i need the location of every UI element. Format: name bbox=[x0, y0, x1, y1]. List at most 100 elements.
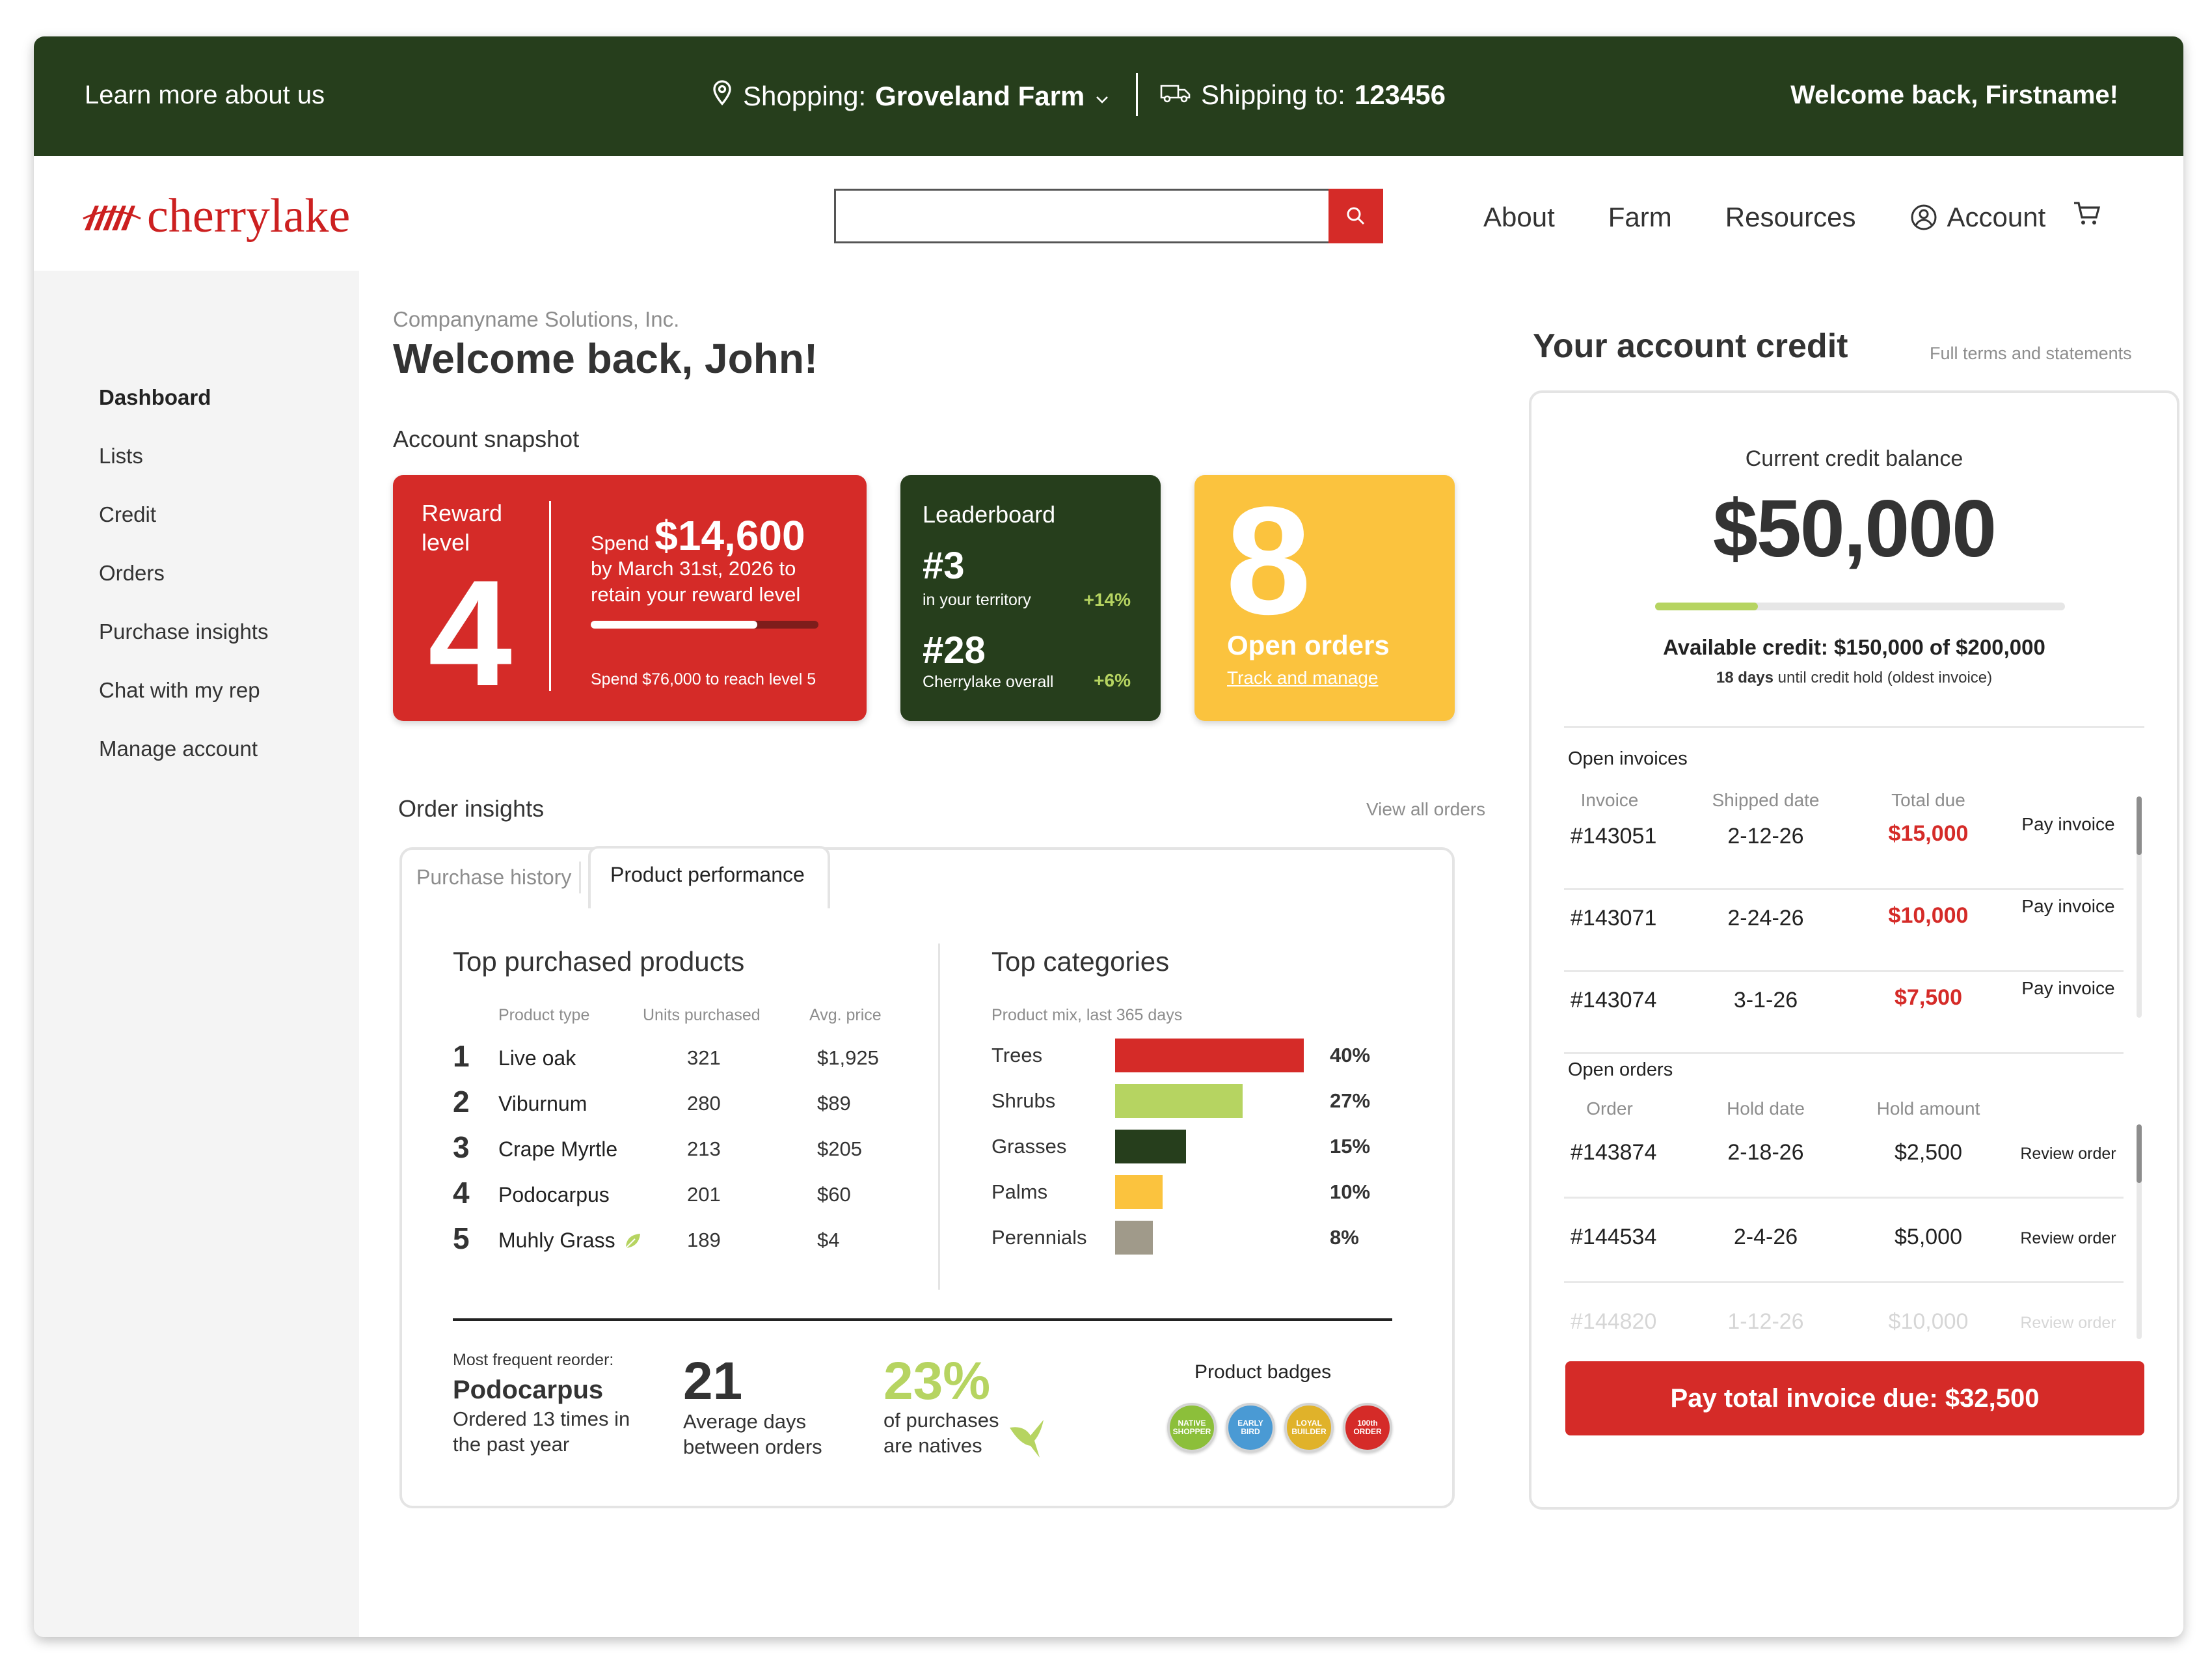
territory-label: in your territory bbox=[923, 591, 1031, 609]
frequent-reorder-name: Podocarpus bbox=[453, 1376, 604, 1404]
product-badge[interactable]: 100th ORDER bbox=[1343, 1403, 1392, 1452]
cherrylake-logo[interactable]: cherrylake bbox=[82, 189, 350, 244]
scrollbar-thumb[interactable] bbox=[2137, 1124, 2142, 1183]
category-percent: 40% bbox=[1330, 1044, 1371, 1066]
open-orders-label: Open orders bbox=[1227, 630, 1390, 660]
product-name-text: Muhly Grass bbox=[498, 1229, 615, 1252]
order-hold-amount: $10,000 bbox=[1888, 1309, 1969, 1334]
company-name: Companyname Solutions, Inc. bbox=[393, 307, 680, 331]
review-order-button[interactable]: Review order bbox=[2019, 1229, 2117, 1248]
divider bbox=[453, 1318, 1392, 1321]
view-all-orders-link[interactable]: View all orders bbox=[1366, 799, 1485, 820]
frequent-reorder-sub: Ordered 13 times in the past year bbox=[453, 1407, 630, 1456]
invoices-scrollbar[interactable] bbox=[2137, 796, 2142, 1018]
col-units-purchased: Units purchased bbox=[643, 1006, 761, 1024]
available-credit: Available credit: $150,000 of $200,000 bbox=[1663, 635, 2045, 659]
product-badge[interactable]: NATIVE SHOPPER bbox=[1167, 1403, 1217, 1452]
cart-icon bbox=[2074, 202, 2101, 224]
reward-level-label: Reward level bbox=[422, 500, 503, 556]
product-badges: NATIVE SHOPPER EARLY BIRD LOYAL BUILDER 100… bbox=[1167, 1403, 1392, 1452]
invoice-total-due: $10,000 bbox=[1888, 903, 1969, 928]
col-invoice: Invoice bbox=[1580, 790, 1639, 810]
sidebar-item-purchase-insights[interactable]: Purchase insights bbox=[99, 619, 268, 644]
invoice-total-due: $7,500 bbox=[1895, 985, 1962, 1010]
sidebar-item-lists[interactable]: Lists bbox=[99, 444, 143, 469]
natives-percent: 23% bbox=[883, 1352, 991, 1411]
product-row[interactable]: 4 Podocarpus 201 $60 bbox=[453, 1175, 908, 1214]
spend-amount: $14,600 bbox=[654, 512, 805, 559]
reward-progress-fill bbox=[591, 621, 757, 629]
cart-button[interactable] bbox=[2071, 198, 2103, 232]
shipping-label: Shipping to: bbox=[1201, 79, 1345, 110]
shopping-location-selector[interactable]: Shopping: Groveland Farm bbox=[710, 79, 1111, 113]
credit-balance-label: Current credit balance bbox=[1745, 446, 1963, 471]
col-product-type: Product type bbox=[498, 1006, 590, 1024]
category-name: Shrubs bbox=[991, 1089, 1056, 1112]
scrollbar-thumb[interactable] bbox=[2137, 796, 2142, 855]
learn-more-link[interactable]: Learn more about us bbox=[85, 81, 325, 110]
sidebar-item-manage-account[interactable]: Manage account bbox=[99, 737, 258, 761]
pay-invoice-button[interactable]: Pay invoice bbox=[2019, 977, 2117, 999]
product-rank: 2 bbox=[453, 1085, 470, 1119]
frequent-reorder-label: Most frequent reorder: bbox=[453, 1351, 614, 1369]
pay-total-invoice-button[interactable]: Pay total invoice due: $32,500 bbox=[1565, 1361, 2144, 1435]
review-order-button[interactable]: Review order bbox=[2019, 1313, 2117, 1333]
open-order-row: #144820 1-12-26 $10,000 Review order bbox=[1564, 1287, 2124, 1368]
tab-purchase-history[interactable]: Purchase history bbox=[409, 862, 582, 893]
product-name-text: Live oak bbox=[498, 1046, 576, 1070]
col-total-due: Total due bbox=[1891, 790, 1965, 810]
track-and-manage-link[interactable]: Track and manage bbox=[1227, 668, 1378, 688]
nav-account-label: Account bbox=[1947, 202, 2046, 232]
sidebar-item-dashboard[interactable]: Dashboard bbox=[99, 385, 211, 410]
logo-wordmark: cherrylake bbox=[147, 189, 351, 243]
account-snapshot-title: Account snapshot bbox=[393, 426, 580, 452]
sidebar-item-chat-with-rep[interactable]: Chat with my rep bbox=[99, 678, 260, 703]
product-avg-price: $4 bbox=[817, 1229, 840, 1251]
nav-about[interactable]: About bbox=[1483, 202, 1555, 233]
search-icon bbox=[1347, 207, 1365, 225]
order-hold-amount: $5,000 bbox=[1895, 1225, 1962, 1249]
hold-days: 18 days bbox=[1716, 669, 1774, 686]
order-id: #143874 bbox=[1571, 1140, 1657, 1165]
account-credit-title: Your account credit bbox=[1533, 327, 1848, 365]
category-bar bbox=[1115, 1221, 1153, 1255]
nav-account[interactable]: Account bbox=[1909, 202, 2046, 233]
divider bbox=[1136, 73, 1138, 116]
pay-invoice-button[interactable]: Pay invoice bbox=[2019, 895, 2117, 917]
page-title: Welcome back, John! bbox=[393, 335, 818, 382]
review-order-button[interactable]: Review order bbox=[2019, 1144, 2117, 1163]
full-terms-link[interactable]: Full terms and statements bbox=[1930, 344, 2132, 364]
nav-resources[interactable]: Resources bbox=[1725, 202, 1856, 233]
tab-product-performance[interactable]: Product performance bbox=[588, 846, 830, 908]
top-products-title: Top purchased products bbox=[453, 946, 745, 977]
pay-invoice-button[interactable]: Pay invoice bbox=[2019, 813, 2117, 836]
top-bar: Learn more about us Shopping: Groveland … bbox=[34, 36, 2183, 156]
product-rank: 5 bbox=[453, 1221, 470, 1255]
spend-prefix: Spend bbox=[591, 532, 649, 554]
product-badge[interactable]: LOYAL BUILDER bbox=[1284, 1403, 1334, 1452]
category-row: Shrubs 27% bbox=[991, 1084, 1395, 1118]
category-name: Grasses bbox=[991, 1135, 1067, 1158]
orders-scrollbar[interactable] bbox=[2137, 1124, 2142, 1339]
search-input[interactable] bbox=[836, 191, 1330, 240]
product-avg-price: $205 bbox=[817, 1137, 862, 1160]
nav-farm[interactable]: Farm bbox=[1608, 202, 1672, 233]
shopping-farm: Groveland Farm bbox=[875, 81, 1085, 111]
shipping-zip-selector[interactable]: Shipping to: 123456 bbox=[1159, 79, 1446, 111]
product-row[interactable]: 3 Crape Myrtle 213 $205 bbox=[453, 1130, 908, 1169]
leaderboard-card[interactable]: Leaderboard #3 in your territory +14% #2… bbox=[900, 475, 1161, 721]
product-badge[interactable]: EARLY BIRD bbox=[1226, 1403, 1275, 1452]
product-row[interactable]: 1 Live oak 321 $1,925 bbox=[453, 1039, 908, 1078]
reward-level-card[interactable]: Reward level 4 Spend $14,600 by March 31… bbox=[393, 475, 867, 721]
hold-text: until credit hold (oldest invoice) bbox=[1777, 669, 1993, 686]
search-button[interactable] bbox=[1329, 189, 1383, 243]
product-name: Muhly Grass bbox=[498, 1229, 643, 1253]
product-row[interactable]: 5 Muhly Grass 189 $4 bbox=[453, 1221, 908, 1260]
order-insights-panel: Purchase history Product performance Top… bbox=[399, 846, 1455, 1508]
sidebar-item-credit[interactable]: Credit bbox=[99, 502, 156, 527]
category-bar bbox=[1115, 1039, 1304, 1072]
product-row[interactable]: 2 Viburnum 280 $89 bbox=[453, 1084, 908, 1123]
product-badges-title: Product badges bbox=[1194, 1361, 1332, 1383]
open-orders-card[interactable]: 8 Open orders Track and manage bbox=[1194, 475, 1455, 721]
sidebar-item-orders[interactable]: Orders bbox=[99, 561, 165, 586]
